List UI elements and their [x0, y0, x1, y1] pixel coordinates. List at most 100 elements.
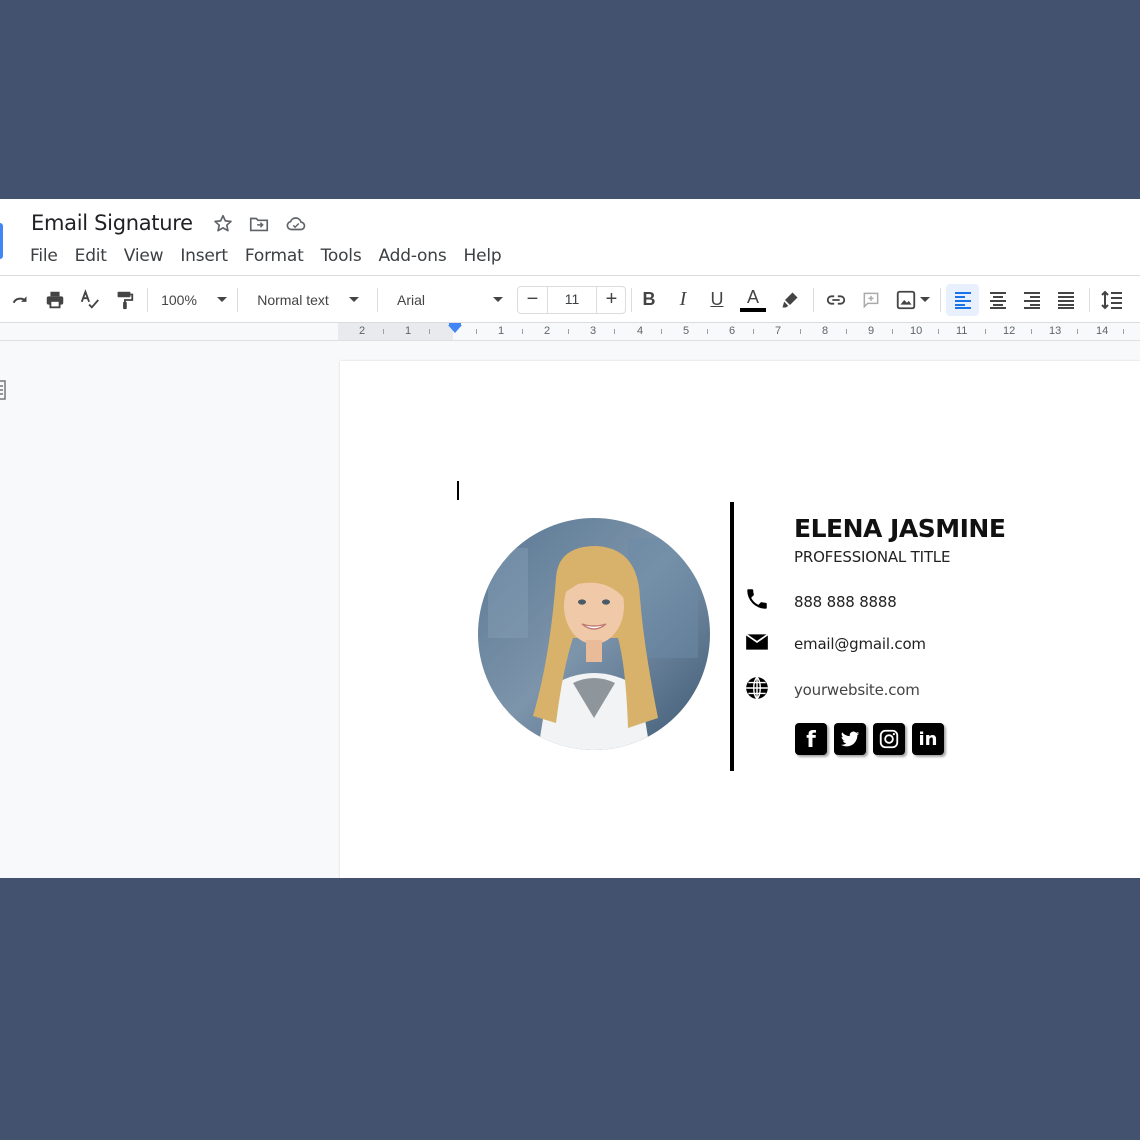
paint-format-button[interactable]	[111, 276, 137, 323]
facebook-glyph: f	[806, 727, 816, 753]
align-center-button[interactable]	[984, 276, 1012, 323]
menu-view[interactable]: View	[124, 246, 164, 268]
signature-phone: 888 888 8888	[794, 593, 897, 611]
ruler[interactable]: 2 1 1 2 3 4 5 6 7 8 9 10 11 12 13 14	[0, 323, 1140, 341]
docs-logo-icon[interactable]	[0, 223, 3, 259]
link-button[interactable]	[822, 276, 850, 323]
comment-button[interactable]	[858, 276, 884, 323]
style-value: Normal text	[257, 291, 329, 308]
globe-icon	[746, 676, 768, 700]
text-color-letter: A	[746, 286, 759, 307]
link-icon	[826, 294, 846, 305]
ruler-label: 2	[544, 325, 551, 337]
profile-photo	[478, 518, 710, 750]
menu-help[interactable]: Help	[464, 246, 502, 268]
toolbar: 100% Normal text Arial − 11 + B I U A	[0, 275, 1140, 323]
menu-insert[interactable]: Insert	[180, 246, 228, 268]
justify-icon	[1058, 291, 1074, 309]
menu-bar: File Edit View Insert Format Tools Add-o…	[30, 246, 518, 268]
italic-button[interactable]: I	[671, 276, 695, 323]
redo-button[interactable]	[8, 276, 34, 323]
signature-title: PROFESSIONAL TITLE	[794, 548, 951, 566]
font-size-decrease-button[interactable]: −	[519, 276, 546, 323]
signature-name: ELENA JASMINE	[794, 514, 1006, 543]
font-value: Arial	[397, 291, 426, 308]
twitter-icon[interactable]	[834, 723, 866, 755]
text-cursor	[457, 481, 459, 500]
document-page[interactable]: ELENA JASMINE PROFESSIONAL TITLE 888 888…	[340, 361, 1140, 878]
menu-addons[interactable]: Add-ons	[379, 246, 447, 268]
highlight-button[interactable]	[777, 276, 803, 323]
signature-divider	[730, 502, 734, 771]
ruler-label: 14	[1096, 325, 1109, 337]
ruler-label: 7	[775, 325, 782, 337]
ruler-label: 6	[729, 325, 736, 337]
instagram-icon[interactable]	[873, 723, 905, 755]
paint-format-icon	[117, 291, 134, 309]
star-icon[interactable]	[212, 213, 234, 235]
ruler-label: 8	[822, 325, 829, 337]
ruler-label: 11	[956, 325, 968, 337]
ruler-label: 12	[1003, 325, 1016, 337]
comment-icon	[863, 292, 879, 308]
signature-email[interactable]: email@gmail.com	[794, 635, 926, 653]
image-icon	[896, 290, 915, 309]
ruler-margin	[338, 323, 453, 340]
menu-format[interactable]: Format	[245, 246, 304, 268]
align-left-button[interactable]	[949, 276, 977, 323]
chevron-down-icon	[216, 297, 227, 302]
zoom-value: 100%	[161, 291, 197, 308]
align-right-button[interactable]	[1018, 276, 1046, 323]
instagram-camera-icon	[879, 729, 899, 749]
ruler-label: 1	[405, 325, 412, 337]
print-button[interactable]	[42, 276, 68, 323]
align-center-icon	[990, 291, 1006, 309]
document-outline-icon[interactable]	[0, 380, 6, 400]
underline-button[interactable]: U	[705, 276, 729, 323]
email-icon	[745, 633, 769, 650]
spellcheck-button[interactable]	[77, 276, 103, 323]
menu-tools[interactable]: Tools	[321, 246, 362, 268]
document-title[interactable]: Email Signature	[31, 211, 193, 235]
text-color-button[interactable]: A	[739, 276, 767, 323]
ruler-label: 3	[590, 325, 597, 337]
text-color-swatch	[740, 307, 766, 312]
ruler-label: 4	[637, 325, 644, 337]
signature-website[interactable]: yourwebsite.com	[794, 681, 920, 699]
zoom-select[interactable]: 100%	[156, 276, 232, 323]
linkedin-icon[interactable]: in	[912, 723, 944, 755]
cloud-saved-icon[interactable]	[285, 213, 307, 235]
align-right-icon	[1024, 291, 1040, 309]
style-select[interactable]: Normal text	[246, 276, 370, 323]
ruler-label: 13	[1049, 325, 1062, 337]
menu-edit[interactable]: Edit	[75, 246, 107, 268]
title-bar: Email Signature File Edit View Insert Fo…	[0, 199, 1140, 275]
print-icon	[46, 291, 64, 308]
phone-icon	[747, 589, 767, 609]
chevron-down-icon	[919, 297, 930, 302]
font-size-increase-button[interactable]: +	[598, 276, 625, 323]
chevron-down-icon	[493, 297, 504, 302]
twitter-bird-icon	[840, 731, 860, 747]
ruler-label: 9	[868, 325, 875, 337]
redo-icon	[12, 295, 27, 303]
align-left-icon	[955, 291, 971, 309]
ruler-label: 1	[498, 325, 505, 337]
font-select[interactable]: Arial	[386, 276, 508, 323]
ruler-label: 5	[683, 325, 690, 337]
chevron-down-icon	[348, 297, 359, 302]
line-spacing-button[interactable]	[1098, 276, 1126, 323]
menu-file[interactable]: File	[30, 246, 58, 268]
facebook-icon[interactable]: f	[795, 723, 827, 755]
move-folder-icon[interactable]	[248, 213, 270, 235]
left-indent-handle[interactable]	[448, 325, 462, 333]
justify-button[interactable]	[1052, 276, 1080, 323]
font-size-input[interactable]: 11	[547, 286, 597, 314]
google-docs-window: Email Signature File Edit View Insert Fo…	[0, 199, 1140, 878]
insert-image-button[interactable]	[892, 276, 932, 323]
highlight-icon	[782, 292, 798, 307]
bold-button[interactable]: B	[637, 276, 661, 323]
line-spacing-icon	[1101, 290, 1122, 309]
portrait-image	[478, 518, 710, 750]
ruler-label: 10	[910, 325, 923, 337]
